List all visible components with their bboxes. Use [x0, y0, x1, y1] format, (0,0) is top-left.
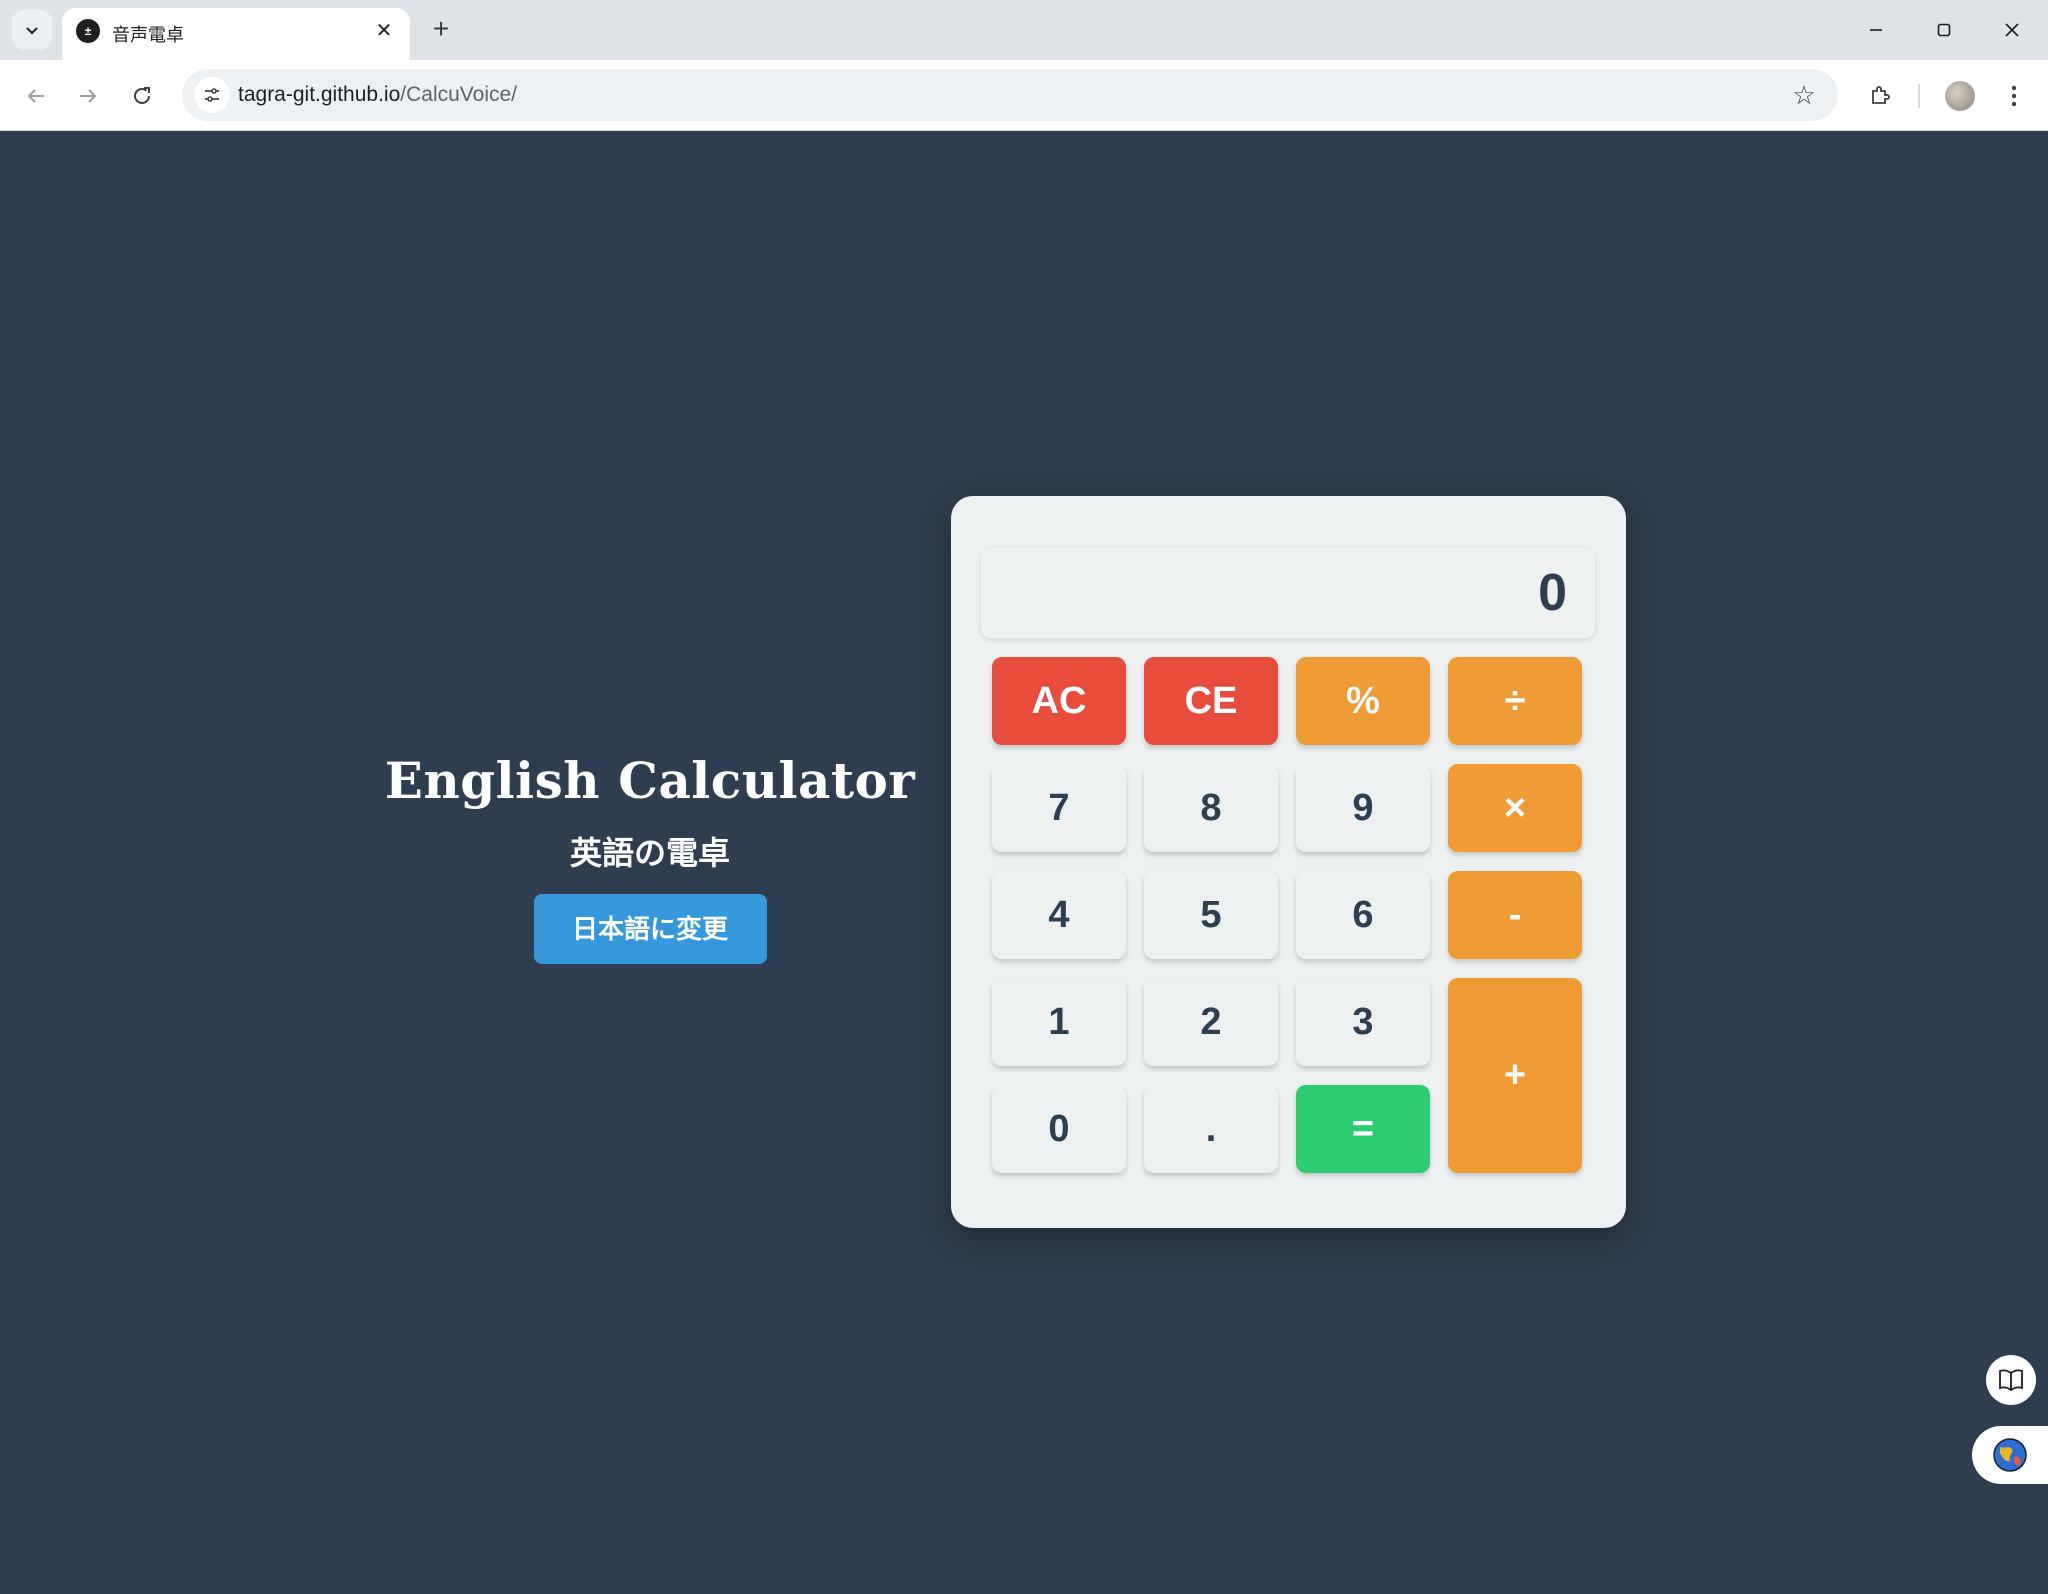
extensions-icon[interactable] [1860, 76, 1900, 116]
page-subtitle: 英語の電卓 [569, 835, 730, 871]
bookmark-star-icon[interactable]: ☆ [1788, 79, 1820, 111]
close-tab-icon[interactable]: ✕ [370, 16, 398, 44]
digit-9-button[interactable]: 9 [1296, 764, 1430, 852]
digit-6-button[interactable]: 6 [1296, 871, 1430, 959]
add-button[interactable]: + [1448, 978, 1582, 1173]
extension-side-button[interactable] [1972, 1426, 2048, 1484]
switch-language-button[interactable]: 日本語に変更 [533, 894, 767, 964]
calculator-display: 0 [981, 548, 1595, 638]
url-host: tagra-git.github.io [238, 83, 401, 106]
digit-8-button[interactable]: 8 [1144, 764, 1278, 852]
clear-entry-button[interactable]: CE [1144, 657, 1278, 745]
address-bar[interactable]: tagra-git.github.io/CalcuVoice/ ☆ [182, 69, 1838, 121]
divide-button[interactable]: ÷ [1448, 657, 1582, 745]
reload-icon[interactable] [122, 76, 162, 116]
multiply-button[interactable]: × [1448, 764, 1582, 852]
active-tab[interactable]: ± 音声電卓 ✕ [62, 8, 410, 60]
profile-avatar[interactable] [1940, 76, 1980, 116]
intro-panel: English Calculator 英語の電卓 日本語に変更 [350, 751, 950, 964]
url-path: /CalcuVoice/ [400, 83, 518, 106]
new-tab-icon[interactable]: + [424, 12, 458, 46]
close-window-icon[interactable] [1982, 8, 2042, 52]
menu-kebab-icon[interactable] [1994, 76, 2034, 116]
decimal-point-button[interactable]: . [1144, 1085, 1278, 1173]
digit-1-button[interactable]: 1 [992, 978, 1126, 1066]
toolbar-divider [1918, 84, 1920, 108]
tab-search-button[interactable] [12, 10, 52, 50]
keypad: AC CE % ÷ 7 8 9 × 4 5 6 - 1 2 3 + 0 . = [992, 657, 1584, 1185]
back-arrow-icon[interactable] [16, 76, 56, 116]
digit-3-button[interactable]: 3 [1296, 978, 1430, 1066]
digit-7-button[interactable]: 7 [992, 764, 1126, 852]
equals-button[interactable]: = [1296, 1085, 1430, 1173]
book-icon [1999, 1369, 2023, 1391]
subtract-button[interactable]: - [1448, 871, 1582, 959]
forward-arrow-icon[interactable] [68, 76, 108, 116]
digit-4-button[interactable]: 4 [992, 871, 1126, 959]
maximize-icon[interactable] [1914, 8, 1974, 52]
digit-0-button[interactable]: 0 [992, 1085, 1126, 1173]
digit-2-button[interactable]: 2 [1144, 978, 1278, 1066]
chevron-down-icon [26, 27, 38, 35]
calculator: 0 AC CE % ÷ 7 8 9 × 4 5 6 - 1 2 3 + 0 . … [951, 496, 1626, 1228]
tab-strip: ± 音声電卓 ✕ + [0, 0, 2048, 60]
calculator-favicon-icon: ± [76, 19, 100, 43]
page-content: English Calculator 英語の電卓 日本語に変更 0 AC CE … [0, 131, 2048, 1594]
page-title: English Calculator [384, 751, 916, 810]
globe-icon [1993, 1438, 2027, 1472]
avatar [1945, 81, 1975, 111]
tab-title: 音声電卓 [112, 25, 184, 45]
url-text: tagra-git.github.io/CalcuVoice/ [238, 83, 517, 107]
browser-toolbar: tagra-git.github.io/CalcuVoice/ ☆ [0, 60, 2048, 131]
digit-5-button[interactable]: 5 [1144, 871, 1278, 959]
all-clear-button[interactable]: AC [992, 657, 1126, 745]
percent-button[interactable]: % [1296, 657, 1430, 745]
reader-mode-button[interactable] [1986, 1355, 2036, 1405]
site-settings-icon[interactable] [194, 77, 230, 113]
minimize-icon[interactable] [1846, 8, 1906, 52]
